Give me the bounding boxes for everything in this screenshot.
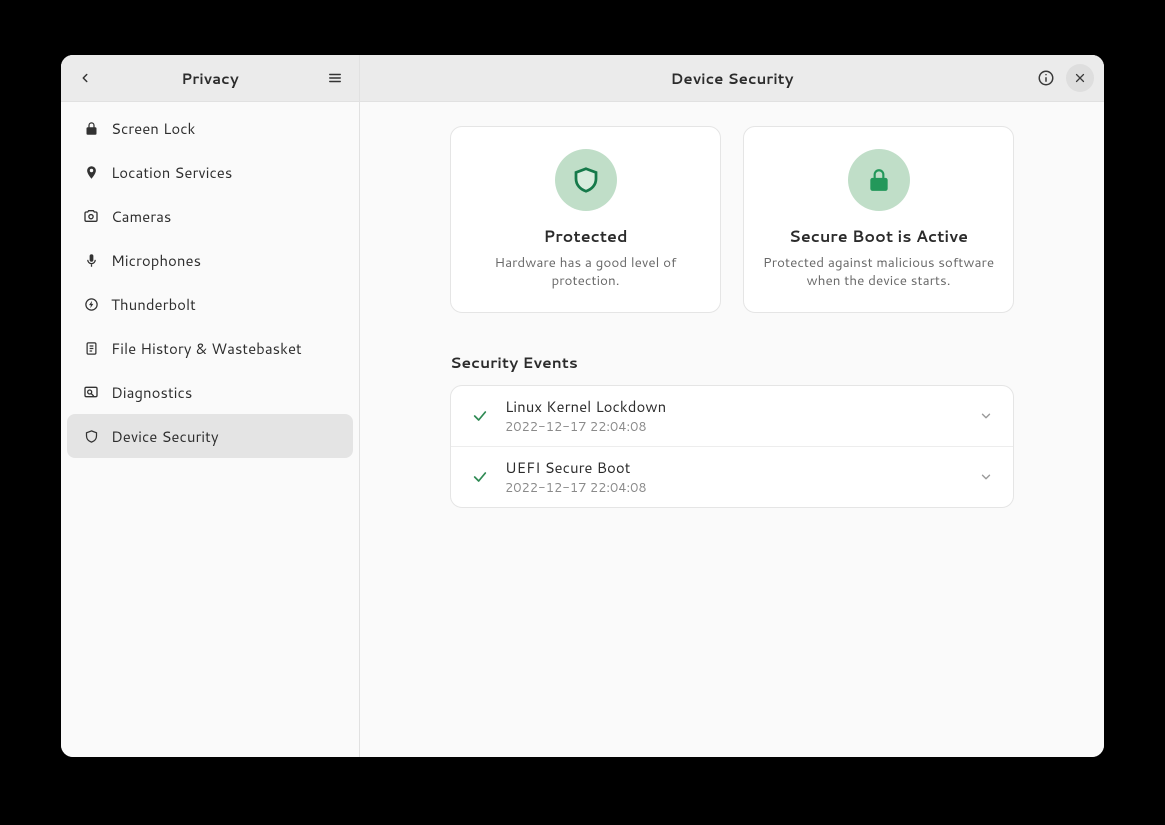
sidebar-item-label: Screen Lock [111,118,195,139]
event-text: Linux Kernel Lockdown 2022-12-17 22:04:0… [505,396,977,436]
lock-icon [866,167,892,193]
sidebar-item-label: Cameras [111,206,171,227]
sidebar-item-label: Thunderbolt [111,294,196,315]
event-row-kernel-lockdown[interactable]: Linux Kernel Lockdown 2022-12-17 22:04:0… [451,386,1013,446]
shield-icon [571,165,601,195]
sidebar-item-screen-lock[interactable]: Screen Lock [67,106,353,150]
card-title: Protected [469,225,702,248]
sidebar-item-diagnostics[interactable]: Diagnostics [67,370,353,414]
sidebar-item-label: Device Security [111,426,219,447]
status-cards: Protected Hardware has a good level of p… [450,126,1014,313]
chevron-down-icon [977,470,995,484]
lock-icon [81,121,101,136]
check-icon [469,469,491,485]
event-title: UEFI Secure Boot [505,457,977,478]
main-pane: Device Security Protected Hardware has a… [360,55,1104,757]
event-row-uefi-secure-boot[interactable]: UEFI Secure Boot 2022-12-17 22:04:08 [451,446,1013,507]
back-button[interactable] [69,62,101,94]
sidebar-list: Screen Lock Location Services Cameras Mi… [61,102,359,757]
diagnostics-icon [81,384,101,400]
event-timestamp: 2022-12-17 22:04:08 [505,418,977,436]
lock-badge [848,149,910,211]
sidebar-item-device-security[interactable]: Device Security [67,414,353,458]
event-timestamp: 2022-12-17 22:04:08 [505,479,977,497]
file-icon [81,341,101,356]
sidebar-item-file-history[interactable]: File History & Wastebasket [67,326,353,370]
close-icon [1074,72,1086,84]
info-icon [1037,69,1055,87]
security-events-list: Linux Kernel Lockdown 2022-12-17 22:04:0… [450,385,1014,508]
location-icon [81,165,101,180]
sidebar-item-label: Location Services [111,162,232,183]
microphone-icon [81,253,101,268]
camera-icon [81,208,101,224]
check-icon [469,408,491,424]
chevron-left-icon [78,71,92,85]
info-button[interactable] [1032,64,1060,92]
card-desc: Hardware has a good level of protection. [469,254,702,290]
sidebar-item-label: Diagnostics [111,382,192,403]
sidebar-item-location-services[interactable]: Location Services [67,150,353,194]
card-protected: Protected Hardware has a good level of p… [450,126,721,313]
shield-badge [555,149,617,211]
sidebar-item-microphones[interactable]: Microphones [67,238,353,282]
sidebar-item-label: File History & Wastebasket [111,338,302,359]
sidebar-item-thunderbolt[interactable]: Thunderbolt [67,282,353,326]
card-secure-boot: Secure Boot is Active Protected against … [743,126,1014,313]
main-header: Device Security [360,55,1104,102]
sidebar-item-cameras[interactable]: Cameras [67,194,353,238]
thunderbolt-icon [81,297,101,312]
card-title: Secure Boot is Active [762,225,995,248]
sidebar-item-label: Microphones [111,250,201,271]
page-title: Device Security [438,68,1026,89]
main-body: Protected Hardware has a good level of p… [360,102,1104,757]
close-button[interactable] [1066,64,1094,92]
security-events-heading: Security Events [450,351,1014,373]
menu-button[interactable] [319,62,351,94]
shield-icon [81,429,101,444]
hamburger-icon [327,71,343,85]
event-text: UEFI Secure Boot 2022-12-17 22:04:08 [505,457,977,497]
event-title: Linux Kernel Lockdown [505,396,977,417]
sidebar-title: Privacy [101,68,319,89]
sidebar: Privacy Screen Lock Location Services [61,55,360,757]
chevron-down-icon [977,409,995,423]
sidebar-header: Privacy [61,55,359,102]
card-desc: Protected against malicious software whe… [762,254,995,290]
settings-window: Privacy Screen Lock Location Services [61,55,1104,757]
